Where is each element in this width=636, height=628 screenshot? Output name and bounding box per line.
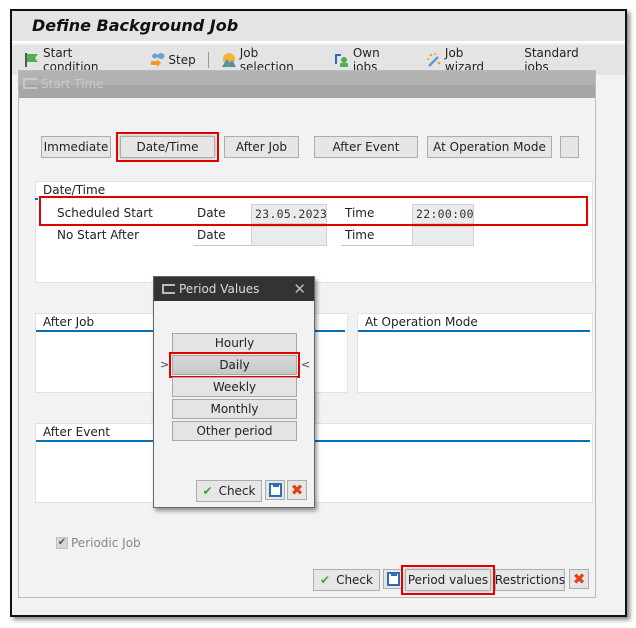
- restrictions-button[interactable]: Restrictions: [495, 569, 565, 591]
- group-line: [35, 198, 38, 200]
- flag-icon: [24, 52, 40, 68]
- title-bar: Define Background Job: [12, 11, 625, 43]
- group-line: [358, 330, 590, 332]
- selection-arrow-right-icon: <: [301, 358, 311, 371]
- period-save-button[interactable]: [265, 480, 285, 500]
- step-icon: [149, 52, 165, 68]
- start-time-dialog-title-bar[interactable]: Start Time: [19, 71, 595, 98]
- checkbox-checked-icon: ✔: [56, 537, 68, 549]
- check-button[interactable]: ✔ Check: [313, 569, 380, 591]
- period-cancel-button[interactable]: ✖: [287, 480, 307, 500]
- after-job-group-title: After Job: [43, 315, 95, 329]
- scheduled-start-highlight: [39, 196, 588, 226]
- user-icon: [334, 52, 350, 68]
- close-icon: ✖: [290, 481, 304, 499]
- check-label: Check: [336, 573, 373, 587]
- cancel-button[interactable]: ✖: [569, 569, 589, 589]
- hourly-button[interactable]: Hourly: [172, 333, 297, 353]
- no-start-after-date-label: Date: [197, 228, 226, 242]
- immediate-button[interactable]: Immediate: [41, 136, 111, 158]
- date-time-button[interactable]: Date/Time: [116, 132, 219, 162]
- after-event-button[interactable]: After Event: [314, 136, 418, 158]
- no-start-after-time-label: Time: [345, 228, 375, 242]
- no-start-after-time-field[interactable]: [412, 226, 474, 246]
- magic-wand-icon: [426, 52, 442, 68]
- period-values-title-bar[interactable]: Period Values ✕: [154, 277, 314, 301]
- step-button[interactable]: Step: [149, 52, 196, 68]
- close-icon[interactable]: ✕: [293, 280, 306, 298]
- dialog-icon: [23, 78, 37, 89]
- periodic-job-label: Periodic Job: [71, 536, 141, 550]
- checkmark-icon: ✔: [202, 484, 213, 498]
- no-start-after-date-field[interactable]: [251, 226, 327, 246]
- more-button[interactable]: [560, 136, 579, 158]
- periodic-job-checkbox[interactable]: ✔ Periodic Job: [56, 536, 141, 550]
- save-icon: [387, 572, 400, 586]
- weekly-button[interactable]: Weekly: [172, 377, 297, 397]
- period-values-dialog: Period Values ✕ Hourly Daily > < Weekly …: [153, 276, 315, 508]
- other-period-button[interactable]: Other period: [172, 421, 297, 441]
- period-check-label: Check: [218, 484, 256, 498]
- save-icon: [269, 483, 282, 497]
- step-label: Step: [168, 53, 196, 67]
- toolbar-separator: [207, 52, 209, 68]
- period-values-title: Period Values: [179, 282, 260, 296]
- monthly-button[interactable]: Monthly: [172, 399, 297, 419]
- at-operation-mode-group-title: At Operation Mode: [365, 315, 478, 329]
- at-operation-mode-button[interactable]: At Operation Mode: [427, 136, 552, 158]
- page-title: Define Background Job: [32, 16, 239, 35]
- dialog-icon: [162, 284, 175, 294]
- period-values-button[interactable]: Period values: [401, 565, 495, 595]
- checkmark-icon: ✔: [320, 573, 331, 587]
- after-event-group-title: After Event: [43, 425, 111, 439]
- selection-arrow-left-icon: >: [160, 358, 170, 371]
- at-operation-mode-group: At Operation Mode: [357, 313, 593, 393]
- date-time-group-title: Date/Time: [43, 183, 106, 197]
- mountain-icon: [221, 52, 237, 68]
- close-icon: ✖: [572, 570, 586, 588]
- daily-button[interactable]: Daily: [169, 352, 300, 378]
- save-button[interactable]: [383, 569, 403, 589]
- no-start-after-label: No Start After: [57, 228, 140, 242]
- underline: [341, 245, 412, 246]
- period-check-button[interactable]: ✔ Check: [196, 480, 262, 502]
- underline: [193, 245, 251, 246]
- start-time-dialog-title: Start Time: [41, 77, 104, 91]
- after-job-button[interactable]: After Job: [224, 136, 299, 158]
